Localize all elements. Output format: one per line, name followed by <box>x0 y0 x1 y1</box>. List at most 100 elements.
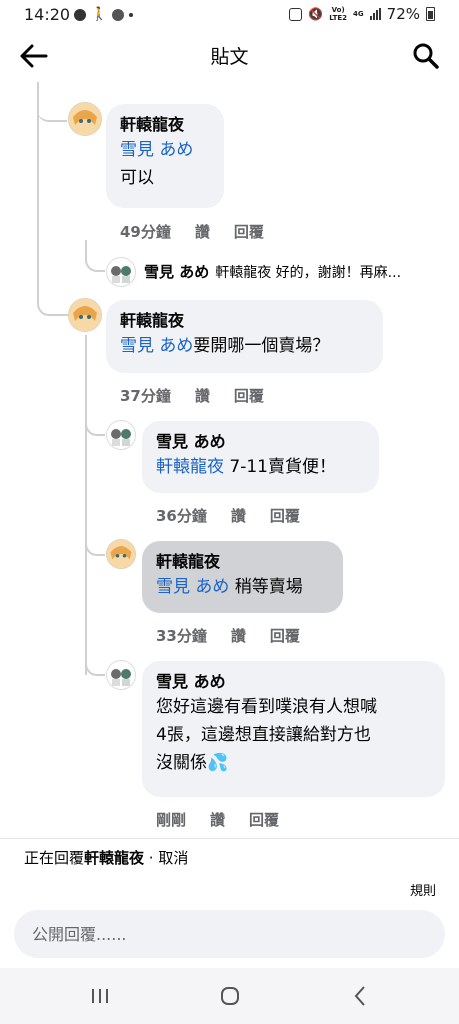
status-notification-icons: 🚶 <box>74 7 134 22</box>
mention-link[interactable]: 雪見 あめ <box>120 336 193 356</box>
anime-girl-avatar-icon <box>69 103 101 135</box>
cancel-reply-button[interactable]: 取消 <box>158 849 188 867</box>
comment-actions: 37分鐘 讚 回覆 <box>120 385 264 406</box>
comment-text: 要開哪一個賣場？ <box>193 336 330 356</box>
comment-bubble[interactable]: 軒轅龍夜 雪見 あめ 可以 <box>106 104 224 208</box>
comment-line: 沒關係💦 <box>156 749 431 777</box>
comment-text: 可以 <box>120 168 154 188</box>
reply-button[interactable]: 回覆 <box>249 809 279 830</box>
chibi-duo-avatar-icon <box>111 266 131 283</box>
comment-time: 剛剛 <box>156 811 187 829</box>
home-button[interactable] <box>210 982 250 1010</box>
reply-button[interactable]: 回覆 <box>270 625 300 646</box>
chibi-duo-avatar-icon <box>111 429 131 446</box>
comment-line: 4張，這邊想直接讓給對方也 <box>156 725 371 745</box>
mute-icon: 🔇 <box>308 7 324 21</box>
avatar[interactable] <box>106 660 136 690</box>
comment-author[interactable]: 雪見 あめ <box>156 671 431 693</box>
messenger-icon <box>74 8 86 21</box>
replying-target: 軒轅龍夜 <box>84 849 145 867</box>
replying-separator: · <box>144 849 159 867</box>
avatar[interactable] <box>68 298 102 332</box>
4g-icon: 4G <box>353 10 364 18</box>
reply-input[interactable] <box>14 910 445 958</box>
avatar[interactable] <box>106 539 136 569</box>
line-app-icon <box>112 8 125 21</box>
thread-connector <box>85 650 105 676</box>
comment-author[interactable]: 軒轅龍夜 <box>120 114 210 136</box>
comment-time: 33分鐘 <box>156 627 207 645</box>
anime-girl-avatar-icon <box>107 540 135 568</box>
thread-connector <box>85 410 105 436</box>
collapsed-reply[interactable]: 雪見 あめ 軒轅龍夜 好的，謝謝！再麻... <box>144 261 401 282</box>
comment-author[interactable]: 雪見 あめ <box>156 431 365 453</box>
nav-back-button[interactable] <box>340 982 380 1010</box>
comment-body: 雪見 あめ <box>120 136 210 164</box>
reply-button[interactable]: 回覆 <box>270 505 300 526</box>
walking-icon: 🚶 <box>91 7 108 22</box>
thread-connector <box>37 270 69 316</box>
avatar[interactable] <box>106 257 136 287</box>
comment-bubble[interactable]: 雪見 あめ 您好這邊有看到噗浪有人想喊 4張，這邊想直接讓給對方也 沒關係💦 <box>142 661 445 797</box>
comment-actions: 49分鐘 讚 回覆 <box>120 221 264 242</box>
like-button[interactable]: 讚 <box>231 505 246 526</box>
like-button[interactable]: 讚 <box>195 385 210 406</box>
comment-bubble-selected[interactable]: 軒轅龍夜 雪見 あめ 稍等賣場 <box>142 541 343 613</box>
mention-link[interactable]: 雪見 あめ <box>156 577 229 597</box>
comment-line-text: 沒關係 <box>156 753 207 773</box>
comment-actions: 36分鐘 讚 回覆 <box>156 505 300 526</box>
comment-time: 36分鐘 <box>156 507 207 525</box>
replying-prefix: 正在回覆 <box>24 849 85 867</box>
status-bar: 14:20 🚶 🔇 Vo) LTE2 4G 72% <box>0 0 459 30</box>
avatar[interactable] <box>106 420 136 450</box>
status-right-icons: 🔇 Vo) LTE2 4G 72% <box>289 5 435 23</box>
recent-apps-button[interactable] <box>80 982 120 1010</box>
thread-line <box>85 335 87 675</box>
search-button[interactable] <box>410 40 442 72</box>
volte-icon: Vo) LTE2 <box>329 6 348 22</box>
comment-line: 您好這邊有看到噗浪有人想喊 <box>156 697 377 717</box>
comment-time: 37分鐘 <box>120 387 171 405</box>
like-button[interactable]: 讚 <box>210 809 225 830</box>
home-icon <box>221 987 239 1005</box>
comment-bubble[interactable]: 雪見 あめ 軒轅龍夜 7-11賣貨便！ <box>142 421 379 493</box>
rules-link[interactable]: 規則 <box>410 880 436 899</box>
comment-body: 軒轅龍夜 7-11賣貨便！ <box>156 453 365 481</box>
reply-button[interactable]: 回覆 <box>234 221 264 242</box>
data-saver-icon <box>289 7 303 21</box>
avatar[interactable] <box>68 102 102 136</box>
thread-connector <box>85 530 105 556</box>
like-button[interactable]: 讚 <box>195 221 210 242</box>
search-icon <box>413 43 439 69</box>
recent-apps-icon <box>92 989 108 1003</box>
comment-actions: 33分鐘 讚 回覆 <box>156 625 300 646</box>
battery-icon <box>426 7 435 21</box>
comment-text: 稍等賣場 <box>229 577 303 597</box>
replying-to-indicator: 正在回覆軒轅龍夜 · 取消 <box>24 847 188 868</box>
sweat-droplets-icon: 💦 <box>207 753 229 773</box>
status-time: 14:20 <box>24 5 71 24</box>
comment-bubble[interactable]: 軒轅龍夜 雪見 あめ要開哪一個賣場？ <box>106 300 383 373</box>
comment-body: 雪見 あめ 稍等賣場 <box>156 573 329 601</box>
arrow-left-icon <box>20 44 48 68</box>
back-button[interactable] <box>18 42 50 70</box>
more-notifications-icon <box>129 12 134 17</box>
divider <box>0 838 459 839</box>
battery-percent: 72% <box>386 5 420 23</box>
mention-link[interactable]: 軒轅龍夜 <box>156 457 224 477</box>
like-button[interactable]: 讚 <box>231 625 246 646</box>
comment-author[interactable]: 軒轅龍夜 <box>156 551 329 573</box>
chibi-duo-avatar-icon <box>111 669 131 686</box>
thread-connector <box>37 82 67 122</box>
comment-text: 7-11賣貨便！ <box>224 457 336 477</box>
anime-girl-avatar-icon <box>69 299 101 331</box>
collapsed-reply-text: 軒轅龍夜 好的，謝謝！再麻... <box>215 265 402 281</box>
comment-time: 49分鐘 <box>120 223 171 241</box>
reply-button[interactable]: 回覆 <box>234 385 264 406</box>
comment-author[interactable]: 雪見 あめ <box>144 263 209 281</box>
comment-author[interactable]: 軒轅龍夜 <box>120 310 369 332</box>
page-title: 貼文 <box>210 46 249 68</box>
chevron-left-icon <box>354 986 365 1006</box>
thread-connector <box>85 240 105 272</box>
mention-link[interactable]: 雪見 あめ <box>120 140 193 160</box>
